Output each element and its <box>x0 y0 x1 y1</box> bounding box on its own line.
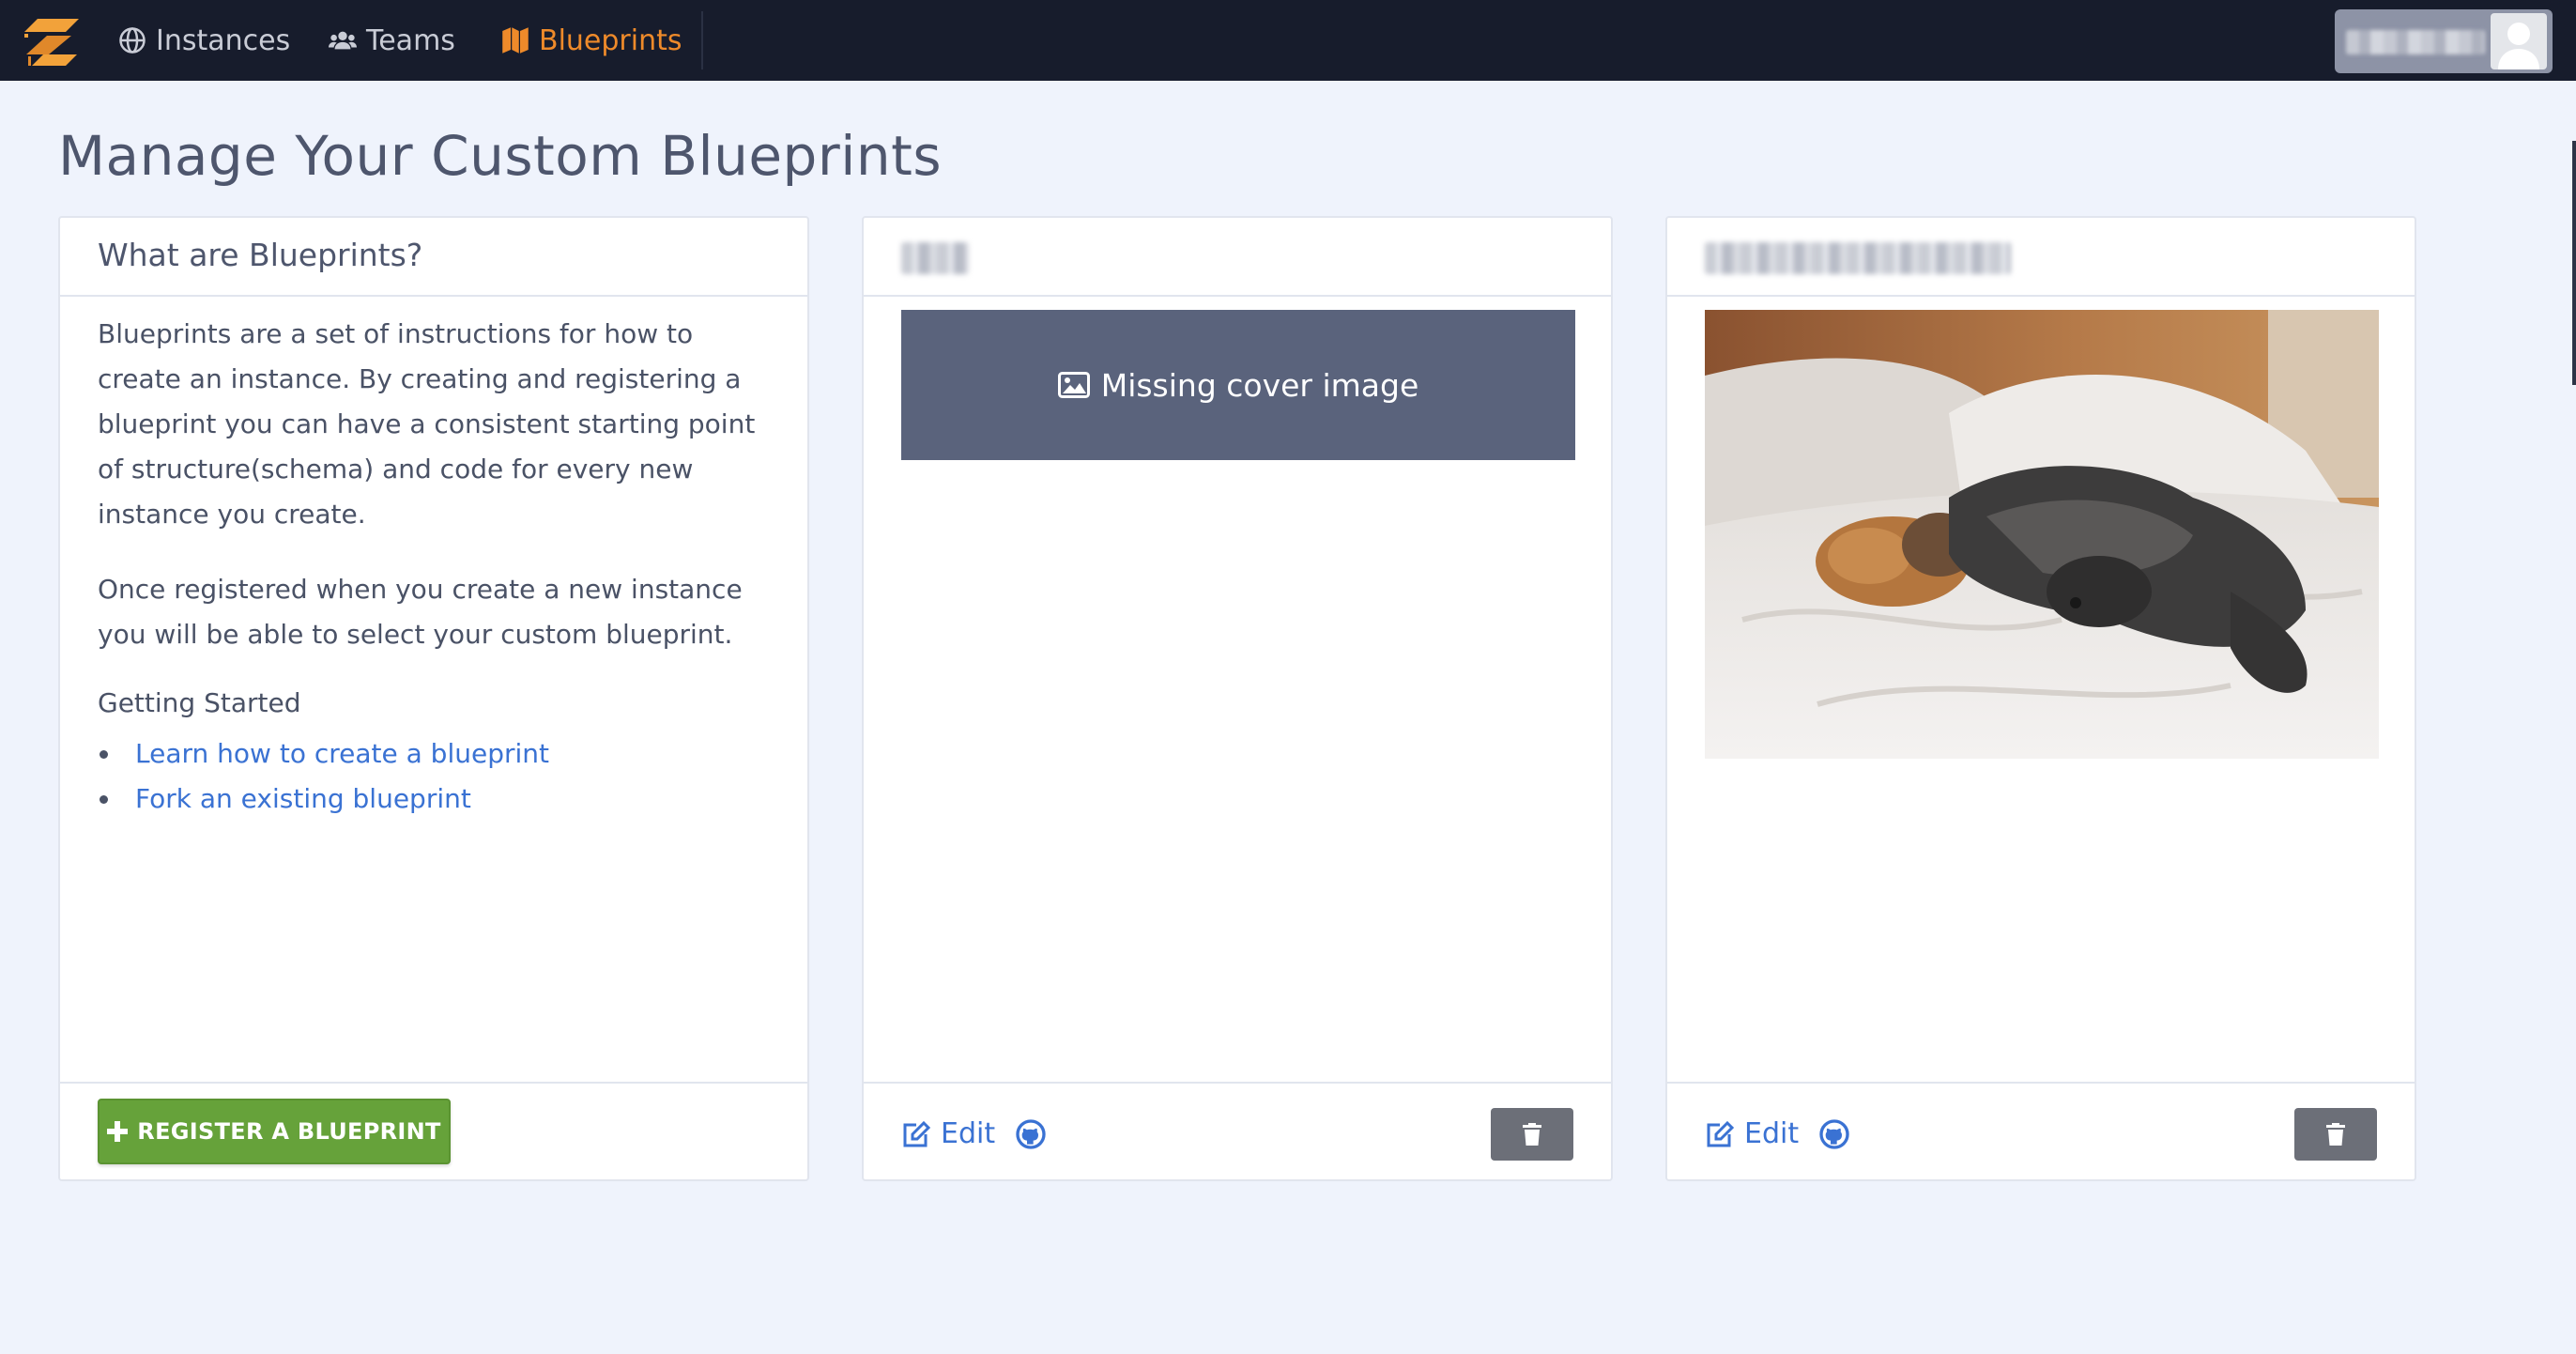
user-silhouette-icon <box>2498 23 2539 69</box>
dogs-on-bed-photo <box>1705 310 2379 759</box>
list-item: Fork an existing blueprint <box>98 777 770 822</box>
nav-blueprints[interactable]: Blueprints <box>501 0 682 81</box>
edit-label: Edit <box>941 1117 996 1150</box>
nav-divider <box>701 11 703 69</box>
nav-instances-label: Instances <box>156 23 291 57</box>
missing-cover-placeholder: Missing cover image <box>901 310 1575 460</box>
register-blueprint-button[interactable]: REGISTER A BLUEPRINT <box>98 1099 451 1164</box>
trash-icon <box>1523 1123 1541 1146</box>
blueprint-actions: Edit <box>1705 1117 1849 1150</box>
edit-label: Edit <box>1744 1117 1800 1150</box>
blueprint-card: Missing cover image Edit <box>862 216 1613 1181</box>
blueprint-card: Edit <box>1665 216 2416 1181</box>
github-icon[interactable] <box>1819 1118 1849 1149</box>
page-title: Manage Your Custom Blueprints <box>58 124 943 188</box>
edit-icon <box>903 1120 931 1146</box>
missing-cover-text: Missing cover image <box>1100 366 1419 404</box>
info-paragraph-1: Blueprints are a set of instructions for… <box>98 318 756 530</box>
info-card: What are Blueprints? Blueprints are a se… <box>58 216 809 1181</box>
delete-blueprint-button[interactable] <box>2294 1108 2377 1161</box>
getting-started-links: Learn how to create a blueprint Fork an … <box>98 731 770 822</box>
github-icon[interactable] <box>1016 1118 1046 1149</box>
register-blueprint-label: REGISTER A BLUEPRINT <box>137 1118 441 1145</box>
fork-blueprint-link[interactable]: Fork an existing blueprint <box>135 783 471 814</box>
top-navbar: Instances Teams Blueprints <box>0 0 2576 81</box>
blueprint-title-redacted <box>1705 242 2011 274</box>
map-icon <box>502 27 529 54</box>
nav-teams[interactable]: Teams <box>329 0 455 81</box>
avatar <box>2491 13 2547 69</box>
user-menu-button[interactable] <box>2335 9 2553 73</box>
info-card-body: Blueprints are a set of instructions for… <box>98 312 770 822</box>
learn-create-blueprint-link[interactable]: Learn how to create a blueprint <box>135 738 549 769</box>
app-logo-icon[interactable] <box>24 15 83 68</box>
nav-teams-label: Teams <box>366 23 455 57</box>
image-icon <box>1057 372 1090 398</box>
trash-icon <box>2326 1123 2345 1146</box>
nav-blueprints-label: Blueprints <box>539 23 682 57</box>
plus-icon <box>107 1121 129 1142</box>
globe-icon <box>119 27 146 54</box>
scrollbar-edge[interactable] <box>2572 141 2576 385</box>
users-icon <box>329 31 357 50</box>
blueprint-card-header <box>1667 218 2415 297</box>
blueprint-title-redacted <box>901 242 969 274</box>
list-item: Learn how to create a blueprint <box>98 731 770 777</box>
edit-blueprint-link[interactable]: Edit <box>1705 1117 1799 1150</box>
blueprint-cover-image <box>1705 310 2379 759</box>
blueprint-card-footer: Edit <box>864 1082 1611 1179</box>
blueprint-actions: Edit <box>901 1117 1046 1150</box>
delete-blueprint-button[interactable] <box>1491 1108 1573 1161</box>
edit-icon <box>1707 1120 1735 1146</box>
blueprint-card-header <box>864 218 1611 297</box>
user-name-redacted <box>2346 30 2485 54</box>
blueprint-card-footer: Edit <box>1667 1082 2415 1179</box>
info-card-header: What are Blueprints? <box>60 218 807 297</box>
info-card-footer: REGISTER A BLUEPRINT <box>60 1082 807 1179</box>
getting-started-heading: Getting Started <box>98 687 301 718</box>
nav-instances[interactable]: Instances <box>118 0 290 81</box>
info-paragraph-2: Once registered when you create a new in… <box>98 574 743 650</box>
info-card-title: What are Blueprints? <box>98 237 423 273</box>
edit-blueprint-link[interactable]: Edit <box>901 1117 995 1150</box>
